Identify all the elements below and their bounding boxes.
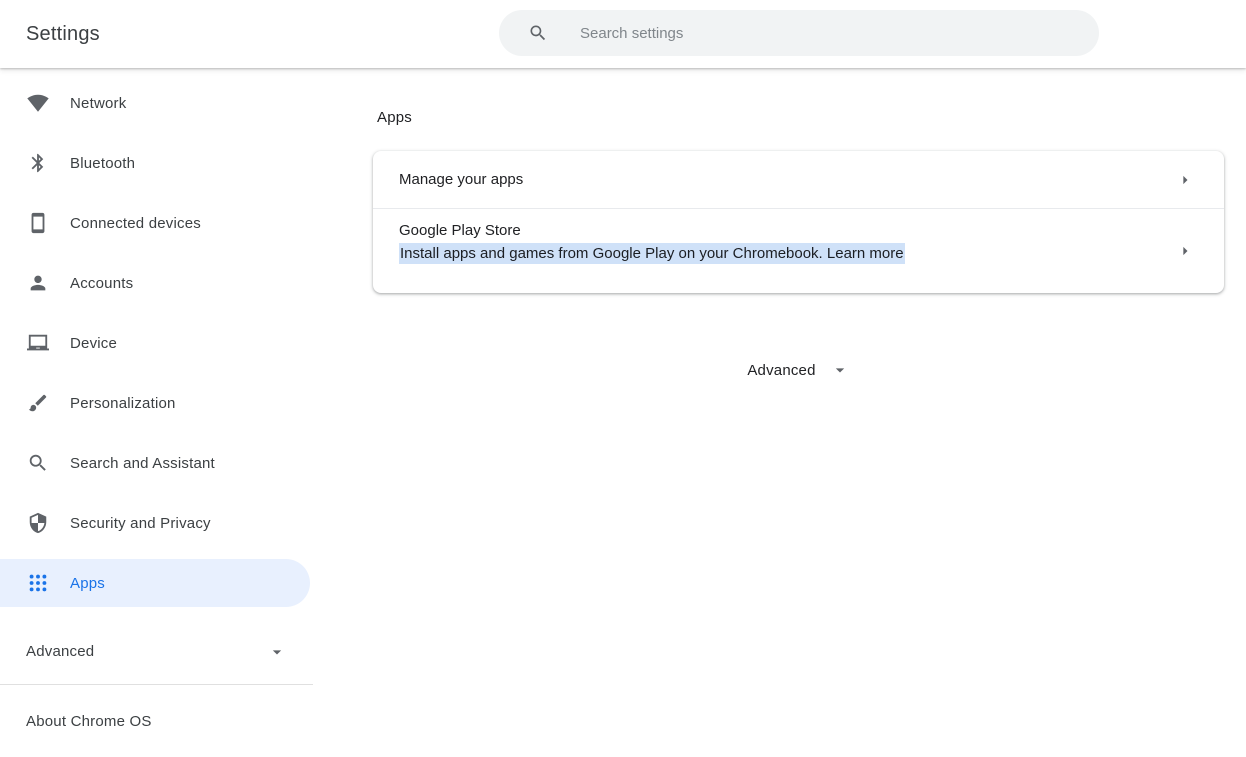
chevron-down-icon	[267, 642, 287, 662]
main-advanced-label: Advanced	[747, 362, 815, 379]
chevron-right-icon	[1175, 170, 1195, 190]
sidebar-item-apps[interactable]: Apps	[0, 559, 310, 607]
sidebar-item-device[interactable]: Device	[0, 319, 310, 367]
sidebar-advanced-label: Advanced	[26, 643, 94, 660]
sidebar: Network Bluetooth Connected devices Acco…	[0, 68, 313, 745]
sidebar-item-label: Apps	[70, 575, 105, 592]
main-advanced-toggle[interactable]: Advanced	[747, 354, 849, 386]
about-chrome-os-label: About Chrome OS	[26, 713, 152, 730]
apps-settings-card: Manage your apps Google Play Store Insta…	[373, 151, 1224, 293]
bluetooth-icon	[27, 152, 49, 174]
sidebar-item-label: Personalization	[70, 395, 176, 412]
sidebar-item-connected-devices[interactable]: Connected devices	[0, 199, 310, 247]
sidebar-item-label: Search and Assistant	[70, 455, 215, 472]
google-play-store-row[interactable]: Google Play Store Install apps and games…	[373, 209, 1224, 293]
sidebar-item-network[interactable]: Network	[0, 79, 310, 127]
brush-icon	[27, 392, 49, 414]
google-play-store-label: Google Play Store	[399, 222, 1164, 239]
sidebar-item-personalization[interactable]: Personalization	[0, 379, 310, 427]
sidebar-item-about-chrome-os[interactable]: About Chrome OS	[0, 685, 313, 757]
sidebar-advanced-toggle[interactable]: Advanced	[0, 619, 313, 684]
page-title: Settings	[26, 0, 100, 68]
person-icon	[27, 272, 49, 294]
laptop-icon	[27, 332, 49, 354]
search-bar[interactable]	[499, 10, 1099, 56]
sidebar-item-label: Security and Privacy	[70, 515, 211, 532]
search-input[interactable]	[578, 24, 1068, 43]
smartphone-icon	[27, 212, 49, 234]
manage-your-apps-row[interactable]: Manage your apps	[373, 151, 1224, 208]
sidebar-item-accounts[interactable]: Accounts	[0, 259, 310, 307]
google-play-store-subtitle: Install apps and games from Google Play …	[399, 243, 905, 264]
wifi-icon	[27, 92, 49, 114]
sidebar-item-label: Connected devices	[70, 215, 201, 232]
sidebar-item-label: Bluetooth	[70, 155, 135, 172]
chevron-down-icon	[830, 360, 850, 380]
shield-icon	[27, 512, 49, 534]
sidebar-item-security-privacy[interactable]: Security and Privacy	[0, 499, 310, 547]
header-bar: Settings	[0, 0, 1246, 68]
manage-your-apps-label: Manage your apps	[399, 171, 523, 188]
sidebar-nav: Network Bluetooth Connected devices Acco…	[0, 68, 313, 607]
search-icon	[528, 23, 548, 43]
sidebar-item-search-assistant[interactable]: Search and Assistant	[0, 439, 310, 487]
magnifier-icon	[27, 452, 49, 474]
sidebar-item-label: Network	[70, 95, 126, 112]
section-title-apps: Apps	[377, 108, 1224, 128]
chevron-right-icon	[1175, 241, 1195, 261]
sidebar-item-label: Device	[70, 335, 117, 352]
apps-grid-icon	[27, 572, 49, 594]
sidebar-item-bluetooth[interactable]: Bluetooth	[0, 139, 310, 187]
main-content: Apps Manage your apps Google Play Store …	[373, 68, 1224, 386]
sidebar-item-label: Accounts	[70, 275, 133, 292]
